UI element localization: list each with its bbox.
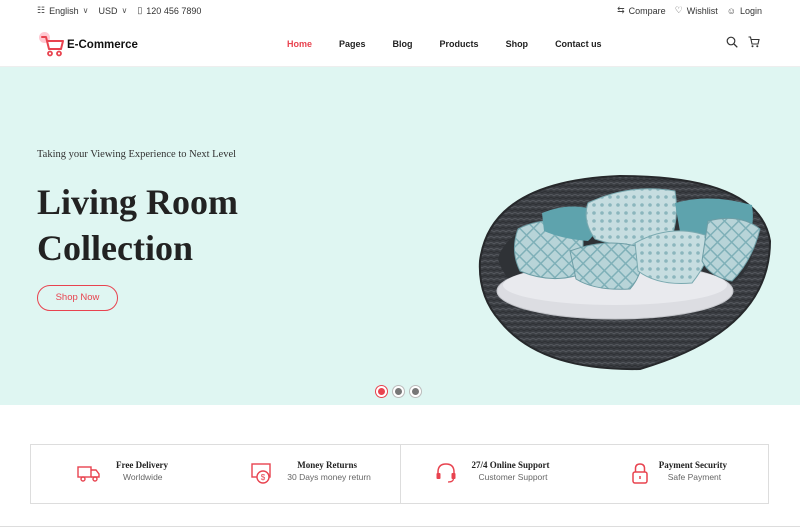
hero-sofa-image — [478, 174, 772, 371]
feature-online-support: 27/4 Online Support Customer Support — [399, 445, 584, 503]
feature-subtitle: Safe Payment — [667, 472, 722, 482]
cart-icon[interactable] — [748, 36, 760, 51]
user-icon: ☺ — [726, 5, 736, 16]
chevron-down-icon: ∨ — [82, 6, 89, 15]
feature-free-delivery: Free Delivery Worldwide — [31, 445, 215, 503]
feature-subtitle: Customer Support — [478, 472, 548, 482]
language-icon: ☷ — [37, 5, 46, 15]
hero-title: Living Room Collection — [37, 182, 239, 268]
feature-title: Money Returns — [297, 460, 357, 470]
shop-now-button[interactable]: Shop Now — [37, 285, 118, 311]
money-return-icon: $ — [251, 463, 271, 484]
features-bar: Free Delivery Worldwide $ Money Returns … — [30, 444, 769, 504]
svg-text:$: $ — [261, 473, 266, 482]
nav-pages[interactable]: Pages — [339, 39, 366, 49]
currency-selector[interactable]: USD ∨ — [98, 6, 127, 16]
nav-blog[interactable]: Blog — [393, 39, 413, 49]
language-label: English — [49, 5, 79, 16]
divider — [0, 526, 800, 527]
phone-number: 120 456 7890 — [146, 5, 202, 16]
phone-info: ▯ 120 456 7890 — [137, 5, 201, 16]
feature-subtitle: 30 Days money return — [287, 472, 371, 482]
chevron-down-icon: ∨ — [121, 6, 128, 15]
feature-title: Free Delivery — [116, 460, 169, 470]
hero-banner: Taking your Viewing Experience to Next L… — [0, 67, 800, 405]
top-bar: ☷ English ∨ USD ∨ ▯ 120 456 7890 ⇆ Compa… — [0, 0, 800, 22]
feature-subtitle: Worldwide — [123, 472, 163, 482]
compare-label: Compare — [628, 5, 666, 16]
heart-icon: ♡ — [674, 5, 683, 15]
wishlist-link[interactable]: ♡ Wishlist — [675, 5, 718, 16]
slider-dot-3[interactable] — [410, 386, 421, 397]
main-nav: Home Pages Blog Products Shop Contact us — [287, 39, 629, 49]
nav-contact[interactable]: Contact us — [555, 39, 602, 49]
feature-money-returns: $ Money Returns 30 Days money return — [215, 445, 399, 503]
nav-home[interactable]: Home — [287, 39, 312, 49]
login-link[interactable]: ☺ Login — [727, 6, 762, 16]
wishlist-label: Wishlist — [686, 5, 718, 16]
lock-icon — [632, 463, 648, 484]
compare-icon: ⇆ — [617, 5, 625, 15]
logo[interactable]: E-Commerce — [38, 32, 138, 58]
nav-products[interactable]: Products — [440, 39, 479, 49]
cart-logo-icon — [38, 32, 66, 58]
main-header: E-Commerce Home Pages Blog Products Shop… — [0, 22, 800, 67]
logo-text: E-Commerce — [67, 39, 138, 51]
search-icon[interactable] — [726, 36, 738, 51]
nav-shop[interactable]: Shop — [506, 39, 529, 49]
slider-dots — [376, 386, 427, 397]
hero-kicker: Taking your Viewing Experience to Next L… — [37, 149, 237, 160]
language-selector[interactable]: ☷ English ∨ — [37, 5, 88, 16]
truck-icon — [77, 466, 100, 482]
login-label: Login — [739, 5, 762, 16]
feature-title: Payment Security — [658, 460, 727, 470]
slider-dot-2[interactable] — [393, 386, 404, 397]
feature-title: 27/4 Online Support — [471, 460, 550, 470]
currency-label: USD — [98, 5, 118, 16]
slider-dot-1[interactable] — [376, 386, 387, 397]
feature-payment-security: Payment Security Safe Payment — [584, 445, 768, 503]
headset-icon — [436, 463, 455, 483]
phone-icon: ▯ — [137, 5, 143, 15]
compare-link[interactable]: ⇆ Compare — [617, 5, 666, 16]
